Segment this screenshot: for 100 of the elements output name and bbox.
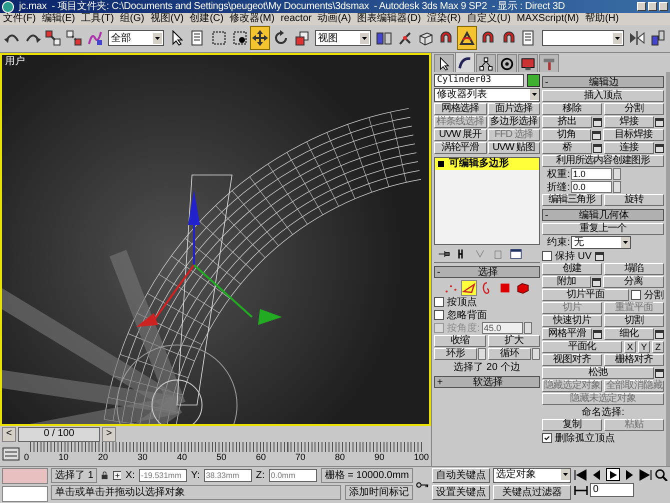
dashed-rectangle-icon[interactable] [210,30,227,46]
move-icon[interactable] [252,30,268,46]
command-button[interactable]: 扩大 [488,335,540,347]
settings-button[interactable] [593,144,602,152]
command-button[interactable]: 收缩 [434,335,486,347]
rollout-header[interactable]: - 选择 [434,266,540,278]
checkbox[interactable] [434,297,444,307]
spinner-arrows[interactable] [613,181,621,193]
menu-item[interactable]: 动画(A) [318,13,352,25]
command-button[interactable]: 目标焊接 [603,129,664,141]
rollout-toggle[interactable]: + [435,377,447,387]
unlink-icon[interactable] [66,30,82,46]
script-listener-field[interactable] [2,468,48,484]
menu-item[interactable]: 创建(C) [190,13,224,25]
object-name-field[interactable]: Cylinder03 [434,74,524,87]
hierarchy-icon[interactable] [479,56,493,70]
rollout-header[interactable]: - 编辑几何体 [542,209,664,221]
axis-button[interactable]: Y [638,341,650,353]
search-icon[interactable] [654,468,668,481]
rotate-icon[interactable] [273,30,290,46]
play-icon[interactable] [606,468,620,481]
command-button[interactable]: 利用所选内容创建图形 [542,155,664,167]
key-filters-button[interactable]: 关键点过滤器 [493,485,571,500]
spinner-field[interactable]: 0.0 [571,181,612,193]
scale-icon[interactable] [294,30,310,46]
command-button[interactable]: 视图对齐 [542,354,602,366]
circle-icon[interactable] [500,56,514,70]
edge-triangle-icon[interactable] [462,280,476,294]
time-config-icon[interactable] [574,484,588,496]
curve-icon[interactable] [458,56,472,70]
object-color-swatch[interactable] [527,74,540,87]
checkbox[interactable] [542,433,552,443]
link-icon[interactable] [45,30,62,46]
scrollbar[interactable] [666,72,670,466]
stack-item[interactable]: 可编辑多边形 [435,158,539,170]
menu-item[interactable]: 视图(V) [150,13,184,25]
time-slider-thumb[interactable]: 0 / 100 [18,426,100,442]
mirror-icon[interactable] [629,30,646,46]
checkbox[interactable] [434,310,444,320]
command-button[interactable]: 插入顶点 [542,90,664,102]
go-to-end-icon[interactable] [638,468,652,481]
command-button[interactable]: 切片平面 [542,289,629,301]
command-button[interactable]: 旋转 [604,194,664,206]
coordinate-field[interactable]: -19.531mm [138,469,187,482]
checkbox[interactable] [542,251,552,261]
command-button[interactable]: 焊接 [604,116,654,128]
command-button[interactable]: 栅格对齐 [604,354,664,366]
settings-button[interactable] [593,118,602,126]
settings-button[interactable] [655,118,664,126]
rollout-header[interactable]: + 软选择 [434,376,540,388]
spinner-arrows[interactable] [532,348,540,360]
command-button[interactable]: 分割 [604,103,664,115]
spinner-field[interactable]: 1.0 [571,168,612,180]
go-to-start-icon[interactable] [574,468,588,481]
rollout-header[interactable]: - 编辑边 [542,76,664,88]
menu-item[interactable]: 文件(F) [3,13,36,25]
toolbar-dropdown[interactable]: 视图 [314,30,372,46]
menu-item[interactable]: 编辑(E) [42,13,76,25]
menu-item[interactable]: 修改器(M) [230,13,275,25]
angle-snap-icon[interactable] [459,30,476,46]
command-button[interactable]: 松弛 [542,367,654,379]
cursor-icon[interactable] [437,56,451,70]
script-listener-field[interactable] [2,486,48,502]
settings-button[interactable] [594,252,604,260]
next-frame-button[interactable]: > [102,426,116,442]
minimize-button[interactable] [637,2,646,12]
maximize-button[interactable] [648,2,657,12]
cube-icon[interactable] [418,30,434,46]
spinner-arrows[interactable] [524,322,532,334]
modifier-button[interactable]: 涡轮平滑 [434,142,486,154]
configure-icon[interactable] [510,248,522,260]
current-frame-field[interactable]: 0 [590,483,634,497]
command-button[interactable]: 桥 [542,142,592,154]
command-button[interactable]: 创建 [542,263,602,275]
rollout-toggle[interactable]: - [435,267,447,277]
bind-icon[interactable] [87,30,104,46]
command-button[interactable]: 平面化 [542,341,622,353]
rollout-toggle[interactable]: - [543,77,555,87]
command-button[interactable]: 复制 [542,419,602,431]
menu-item[interactable]: 组(G) [120,13,144,25]
command-button[interactable]: 分离 [603,276,664,288]
command-button[interactable]: 重复上一个 [542,223,664,235]
key-mode-dropdown[interactable]: 选定对象 [493,468,571,483]
modifier-button[interactable]: 面片选择 [488,103,540,115]
lock-icon[interactable] [101,470,109,481]
command-button[interactable]: 附加 [542,276,591,288]
command-button[interactable]: 连接 [604,142,654,154]
curve-editor-icon[interactable] [2,447,20,461]
settings-button[interactable] [593,330,602,338]
auto-key-button[interactable]: 自动关键点 [432,468,490,483]
viewport-label[interactable]: 用户 [5,56,25,67]
toolbar-dropdown[interactable] [542,30,624,46]
command-button[interactable]: 环形 [434,348,477,360]
timeline-track[interactable]: 0 10 20 30 40 50 60 70 80 90 100 [24,442,429,466]
previous-frame-button[interactable]: < [2,426,16,442]
checkbox[interactable] [631,290,641,300]
axis-button[interactable]: X [624,341,636,353]
absolute-mode-icon[interactable] [112,470,122,481]
spinner-arrows[interactable] [478,348,486,360]
settings-button[interactable] [592,278,601,286]
